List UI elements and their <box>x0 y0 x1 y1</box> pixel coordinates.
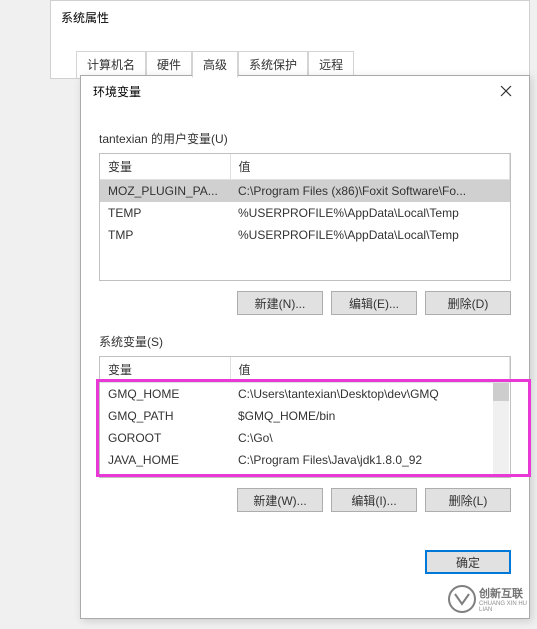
table-row[interactable]: JAVA_HOME C:\Program Files\Java\jdk1.8.0… <box>100 449 510 471</box>
system-vars-table[interactable]: 变量 值 GMQ_HOME C:\Users\tantexian\Desktop… <box>99 356 511 478</box>
table-row[interactable]: GMQ_HOME C:\Users\tantexian\Desktop\dev\… <box>100 383 510 406</box>
watermark-en: CHUANG XIN HU LIAN <box>479 601 537 613</box>
user-new-button[interactable]: 新建(N)... <box>237 291 323 315</box>
var-name: GOROOT <box>100 427 230 449</box>
sys-header-value[interactable]: 值 <box>230 357 510 383</box>
parent-title: 系统属性 <box>61 9 109 26</box>
user-edit-button[interactable]: 编辑(E)... <box>331 291 417 315</box>
var-name: MOZ_PLUGIN_PA... <box>100 180 230 203</box>
sys-header-name[interactable]: 变量 <box>100 357 230 383</box>
tab-computer-name[interactable]: 计算机名 <box>76 51 146 78</box>
var-name: JAVA_HOME <box>100 449 230 471</box>
table-row[interactable]: JRE_HOME C:\Program Files\Java\jdk1.8.0_… <box>100 471 510 478</box>
dialog-content: tantexian 的用户变量(U) 变量 值 MOZ_PLUGIN_PA...… <box>81 106 529 540</box>
sys-edit-button[interactable]: 编辑(I)... <box>331 488 417 512</box>
var-name: GMQ_HOME <box>100 383 230 406</box>
var-value: C:\Program Files\Java\jdk1.8.0_92 <box>230 449 510 471</box>
environment-variables-dialog: 环境变量 tantexian 的用户变量(U) 变量 值 MOZ_PLUGIN_… <box>80 75 530 619</box>
user-header-value[interactable]: 值 <box>230 154 510 180</box>
ok-button[interactable]: 确定 <box>425 550 511 574</box>
watermark-logo: 创新互联 CHUANG XIN HU LIAN <box>447 574 537 624</box>
var-name: TEMP <box>100 202 230 224</box>
tab-remote[interactable]: 远程 <box>308 51 354 78</box>
table-row[interactable]: TMP %USERPROFILE%\AppData\Local\Temp <box>100 224 510 246</box>
system-vars-buttons: 新建(W)... 编辑(I)... 删除(L) <box>99 488 511 512</box>
var-value: C:\Go\ <box>230 427 510 449</box>
child-titlebar: 环境变量 <box>81 76 529 106</box>
user-header-name[interactable]: 变量 <box>100 154 230 180</box>
sys-delete-button[interactable]: 删除(L) <box>425 488 511 512</box>
system-properties-window: 系统属性 计算机名 硬件 高级 系统保护 远程 <box>50 0 530 79</box>
var-name: JRE_HOME <box>100 471 230 478</box>
tab-system-protection[interactable]: 系统保护 <box>238 51 308 78</box>
system-vars-label: 系统变量(S) <box>99 333 511 350</box>
user-vars-buttons: 新建(N)... 编辑(E)... 删除(D) <box>99 291 511 315</box>
tab-hardware[interactable]: 硬件 <box>146 51 192 78</box>
child-title: 环境变量 <box>93 83 141 100</box>
table-row[interactable]: MOZ_PLUGIN_PA... C:\Program Files (x86)\… <box>100 180 510 203</box>
tab-strip: 计算机名 硬件 高级 系统保护 远程 <box>76 51 529 78</box>
user-vars-label: tantexian 的用户变量(U) <box>99 130 511 147</box>
table-row[interactable]: TEMP %USERPROFILE%\AppData\Local\Temp <box>100 202 510 224</box>
var-name: GMQ_PATH <box>100 405 230 427</box>
user-vars-table[interactable]: 变量 值 MOZ_PLUGIN_PA... C:\Program Files (… <box>99 153 511 281</box>
var-value: %USERPROFILE%\AppData\Local\Temp <box>230 224 510 246</box>
scrollbar-thumb[interactable] <box>493 383 509 401</box>
var-value: $GMQ_HOME/bin <box>230 405 510 427</box>
sys-new-button[interactable]: 新建(W)... <box>237 488 323 512</box>
user-delete-button[interactable]: 删除(D) <box>425 291 511 315</box>
table-row[interactable]: GOROOT C:\Go\ <box>100 427 510 449</box>
var-name: TMP <box>100 224 230 246</box>
close-icon[interactable] <box>491 79 521 103</box>
scrollbar[interactable]: ▾ <box>493 383 509 476</box>
tab-advanced[interactable]: 高级 <box>192 51 238 78</box>
parent-titlebar: 系统属性 <box>51 1 529 33</box>
var-value: C:\Program Files\Java\jdk1.8.0_92\jre <box>230 471 510 478</box>
watermark-cn: 创新互联 <box>479 585 537 601</box>
var-value: C:\Program Files (x86)\Foxit Software\Fo… <box>230 180 510 203</box>
var-value: %USERPROFILE%\AppData\Local\Temp <box>230 202 510 224</box>
var-value: C:\Users\tantexian\Desktop\dev\GMQ <box>230 383 510 406</box>
table-row[interactable]: GMQ_PATH $GMQ_HOME/bin <box>100 405 510 427</box>
